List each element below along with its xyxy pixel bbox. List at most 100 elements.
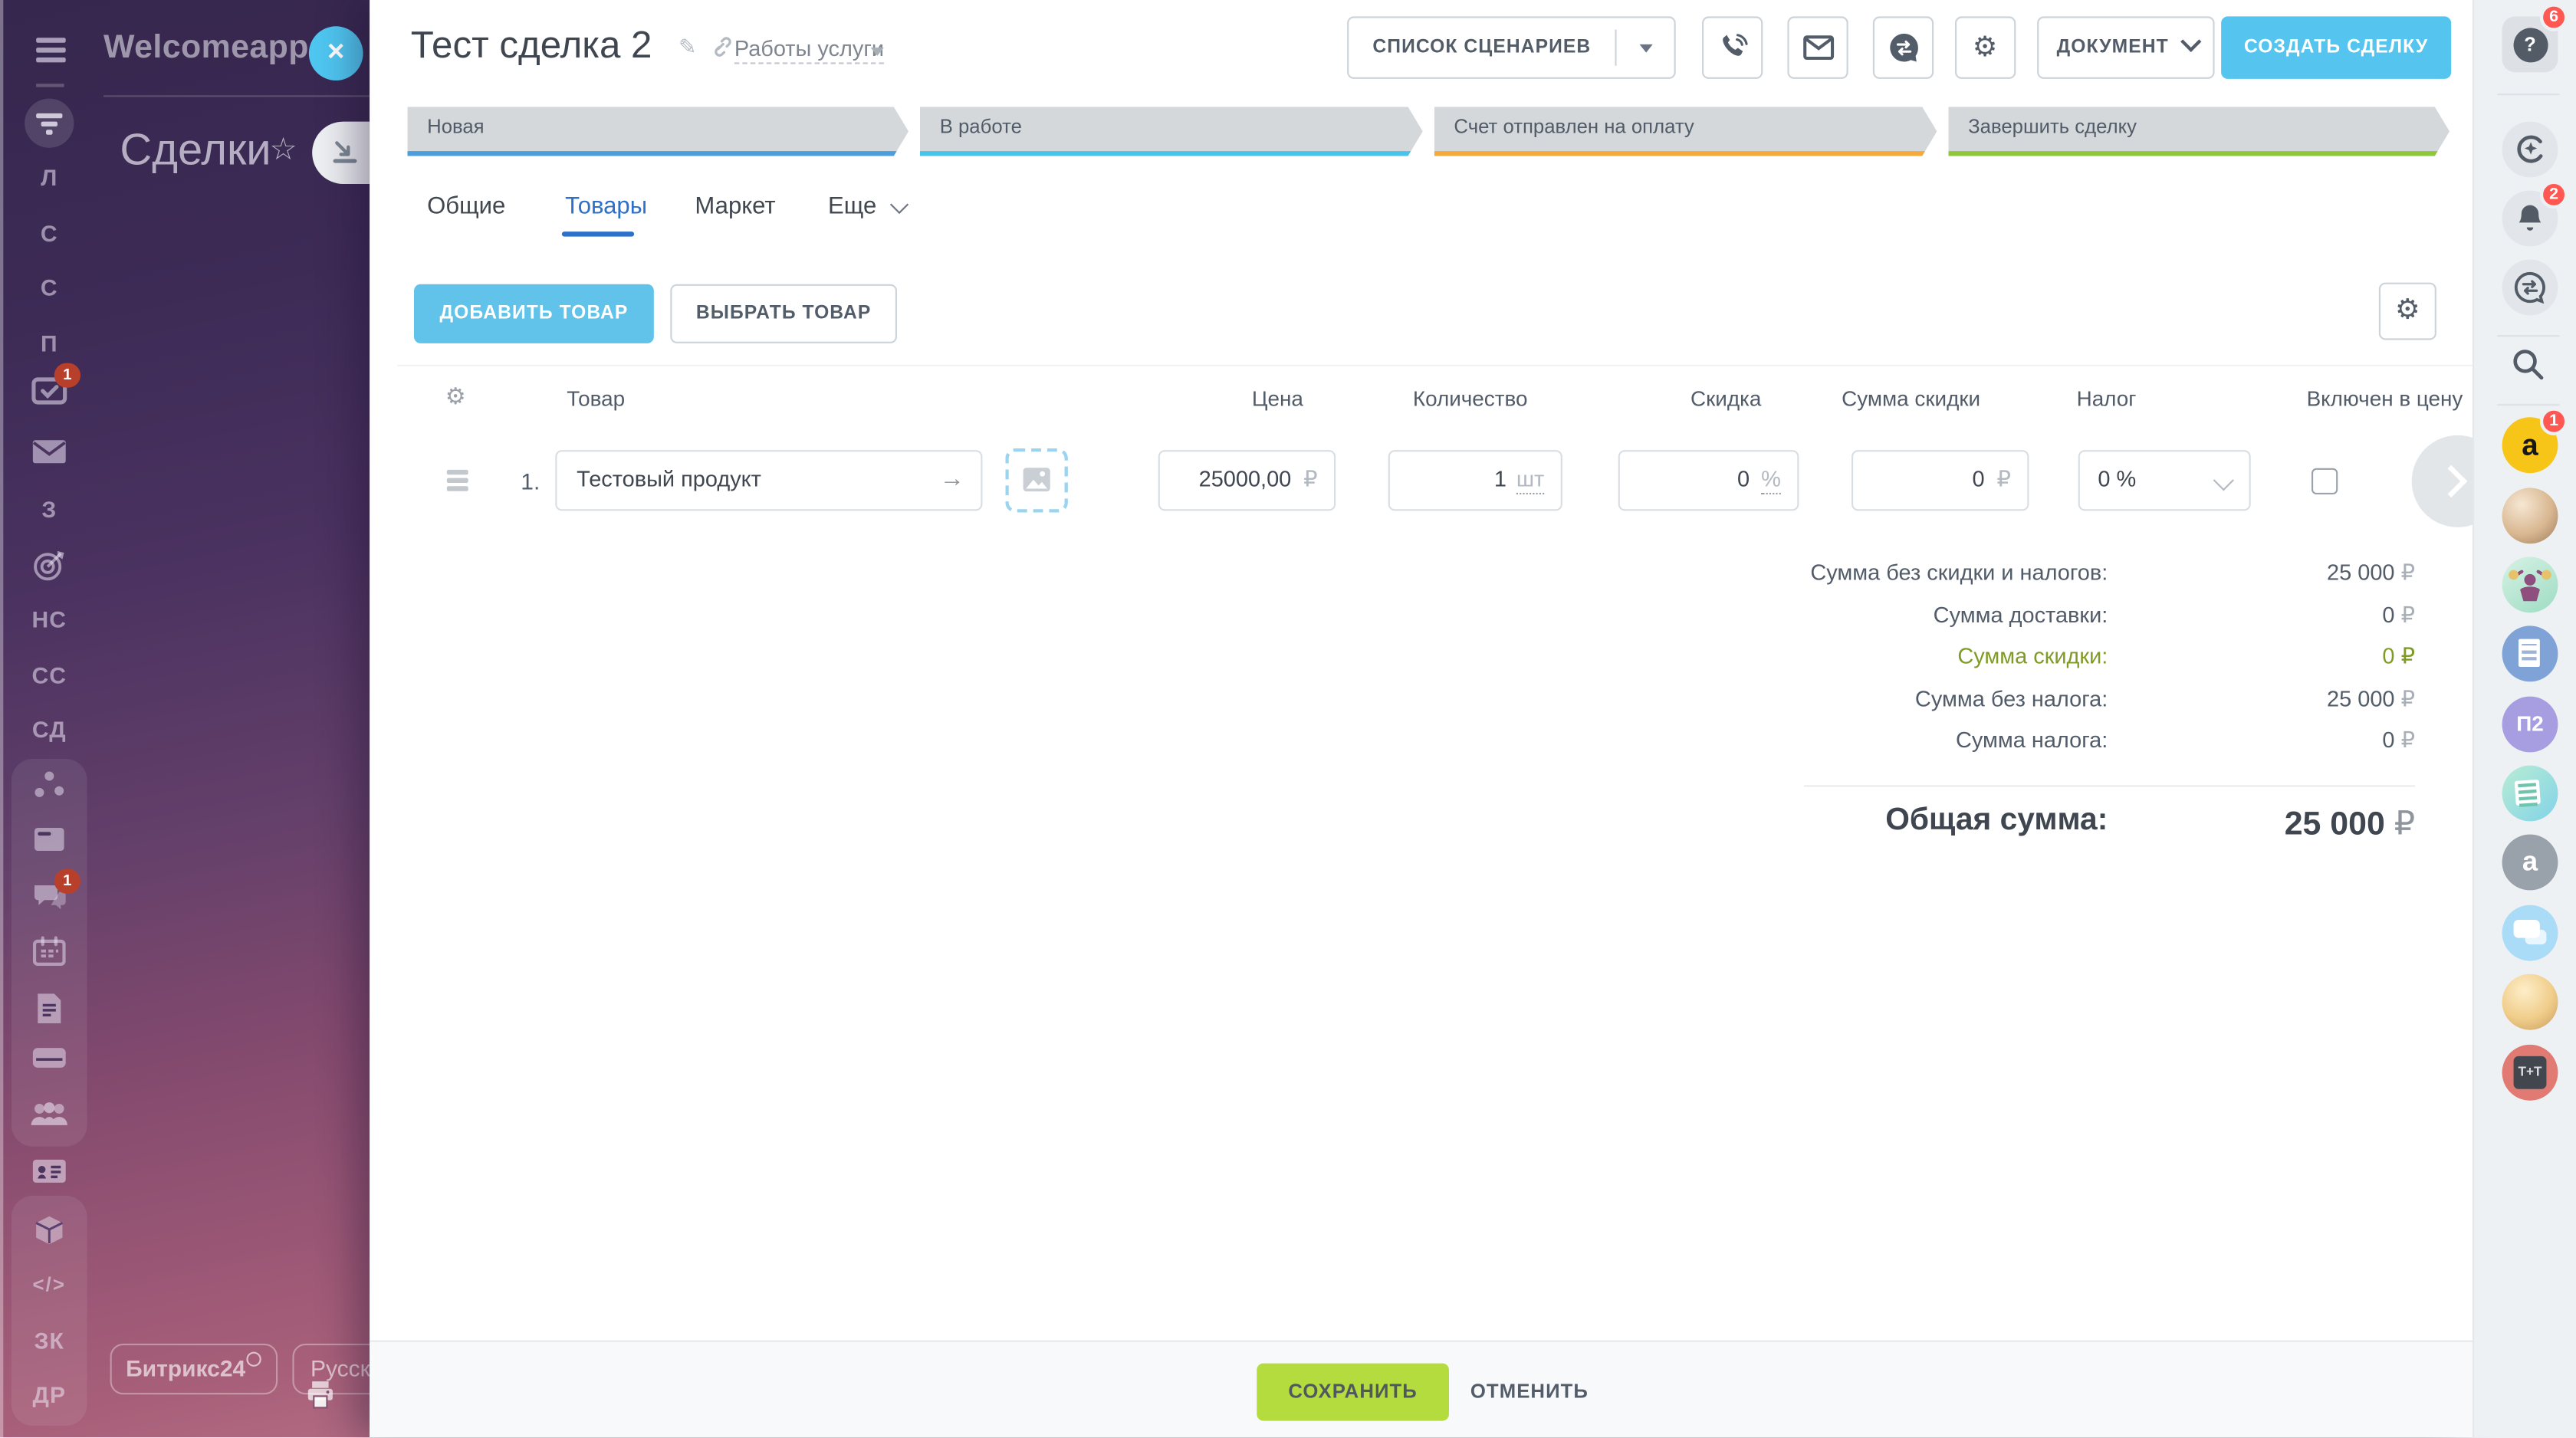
sidebar-item-employees[interactable]	[0, 1094, 99, 1137]
document-button[interactable]: ДОКУМЕНТ	[2037, 16, 2214, 78]
active-tab-underline	[562, 231, 634, 236]
link-icon[interactable]	[708, 34, 733, 67]
favorite-star-icon[interactable]: ☆	[269, 131, 297, 169]
price-input[interactable]: 25000,00 ₽	[1158, 450, 1336, 511]
summary-row: Сумма налога:0 ₽	[1804, 727, 2415, 770]
sidebar-item-contacts[interactable]	[0, 1151, 99, 1194]
chat-avatar-bitrix[interactable]: а	[2502, 835, 2558, 891]
cancel-button[interactable]: ОТМЕНИТЬ	[1470, 1380, 1589, 1403]
mail-icon	[1802, 34, 1834, 61]
menu-hamburger-icon[interactable]	[36, 38, 66, 67]
app-logo[interactable]: Welcomeapp	[104, 30, 309, 67]
stage-invoice-sent[interactable]: Счет отправлен на оплату	[1434, 107, 1937, 156]
bitrix24-logo[interactable]: Битрикс24	[110, 1344, 278, 1394]
chevron-right-icon	[2435, 465, 2467, 497]
select-product-button[interactable]: ВЫБРАТЬ ТОВАР	[670, 284, 897, 343]
chevron-down-icon[interactable]	[1640, 44, 1653, 53]
add-product-button[interactable]: ДОБАВИТЬ ТОВАР	[414, 284, 654, 343]
column-header-discount-sum: Сумма скидки	[1842, 386, 1980, 411]
edit-pencil-icon[interactable]: ✎	[678, 34, 696, 61]
discount-sum-input[interactable]: 0 ₽	[1852, 450, 2029, 511]
row-drag-handle[interactable]	[447, 470, 468, 494]
divider	[2497, 404, 2559, 405]
help-button[interactable]: ? 6	[2502, 16, 2558, 72]
discount-input[interactable]: 0 %	[1618, 450, 1799, 511]
open-lines-button[interactable]	[2502, 260, 2558, 316]
close-panel-button[interactable]: ×	[309, 26, 363, 80]
chat-avatar-p2[interactable]: П2	[2502, 697, 2558, 753]
collapse-panel-button[interactable]	[312, 122, 370, 184]
divider	[2497, 94, 2559, 95]
save-button[interactable]: СОХРАНИТЬ	[1257, 1364, 1449, 1421]
open-channel-button[interactable]	[1873, 16, 1934, 78]
columns-gear-icon[interactable]: ⚙	[445, 384, 466, 410]
sidebar-item-calendar[interactable]	[0, 930, 99, 973]
search-button[interactable]	[2510, 346, 2546, 391]
stage-color-bar	[1434, 150, 1937, 156]
tab-more[interactable]: Еще	[828, 194, 903, 220]
bell-icon	[2515, 203, 2545, 235]
table-settings-button[interactable]: ⚙	[2379, 283, 2436, 340]
create-deal-button[interactable]: СОЗДАТЬ СДЕЛКУ	[2221, 16, 2451, 78]
sidebar-item[interactable]: С	[0, 266, 99, 309]
chevron-down-icon[interactable]	[871, 48, 884, 56]
chat-avatar-assistant[interactable]	[2502, 974, 2558, 1030]
column-header-quantity: Количество	[1413, 386, 1528, 411]
sidebar-item[interactable]: С	[0, 212, 99, 254]
chat-avatar-documents[interactable]	[2502, 625, 2558, 681]
quantity-unit-selector[interactable]: шт	[1516, 467, 1544, 494]
call-button[interactable]	[1702, 16, 1763, 78]
sidebar-item[interactable]: ЗК	[0, 1319, 99, 1362]
divider	[36, 84, 64, 87]
sidebar-item[interactable]: Л	[0, 156, 99, 199]
scenario-list-button[interactable]: СПИСОК СЦЕНАРИЕВ	[1347, 16, 1676, 78]
chat-avatar-group[interactable]	[2502, 488, 2558, 543]
quantity-input[interactable]: 1 шт	[1388, 450, 1562, 511]
sidebar-item-drive[interactable]	[0, 1039, 99, 1082]
deal-category-link[interactable]: Работы услуги	[734, 36, 884, 64]
sidebar-item[interactable]: СД	[0, 708, 99, 751]
sidebar-item[interactable]: П	[0, 322, 99, 365]
badge: 1	[54, 363, 80, 388]
sidebar-item[interactable]: СС	[0, 654, 99, 697]
messenger-badge: 1	[2540, 407, 2568, 435]
tax-select[interactable]: 0 %	[2078, 450, 2251, 511]
notifications-button[interactable]: 2	[2502, 191, 2558, 247]
sidebar-item-mail[interactable]	[0, 432, 99, 475]
product-name-input[interactable]: Тестовый продукт →	[555, 450, 982, 511]
sidebar-item-tasks[interactable]: 1	[0, 369, 99, 412]
chat-avatar-tt[interactable]: Т+Т	[2502, 1045, 2558, 1101]
tab-products[interactable]: Товары	[565, 194, 647, 220]
filter-funnel-icon[interactable]	[25, 99, 74, 148]
tax-included-checkbox[interactable]	[2312, 468, 2338, 494]
sidebar-item-sites[interactable]	[0, 819, 99, 862]
settings-button[interactable]: ⚙	[1955, 16, 2016, 78]
mail-icon	[31, 438, 67, 465]
email-button[interactable]	[1787, 16, 1848, 78]
chat-avatar-fitness[interactable]	[2502, 556, 2558, 612]
chat-avatar-news[interactable]	[2502, 766, 2558, 822]
sidebar-item-crm-target[interactable]	[0, 542, 99, 585]
product-image-placeholder[interactable]	[1005, 448, 1067, 513]
sidebar-item-market[interactable]	[0, 1207, 99, 1250]
sidebar-item[interactable]: ДР	[0, 1373, 99, 1416]
divider	[398, 365, 2472, 366]
stage-in-progress[interactable]: В работе	[920, 107, 1423, 156]
stage-new[interactable]: Новая	[407, 107, 909, 156]
stage-close-deal[interactable]: Завершить сделку	[1948, 107, 2450, 156]
row-index: 1.	[521, 468, 540, 494]
sidebar-item-documents[interactable]	[0, 986, 99, 1029]
sidebar-item-developer[interactable]: </>	[0, 1263, 99, 1306]
scroll-columns-right-button[interactable]	[2412, 435, 2472, 527]
sidebar-item-hub[interactable]	[0, 763, 99, 806]
printer-icon[interactable]	[306, 1380, 336, 1417]
sidebar-item[interactable]: З	[0, 488, 99, 530]
chat-avatar-support[interactable]	[2502, 905, 2558, 961]
open-product-arrow-icon[interactable]: →	[940, 465, 964, 492]
copilot-button[interactable]	[2502, 122, 2558, 178]
tab-general[interactable]: Общие	[427, 194, 505, 220]
sidebar-item-chats[interactable]: 1	[0, 875, 99, 918]
tab-market[interactable]: Маркет	[695, 194, 775, 220]
discount-unit-selector[interactable]: %	[1761, 467, 1781, 494]
sidebar-item[interactable]: НС	[0, 598, 99, 641]
